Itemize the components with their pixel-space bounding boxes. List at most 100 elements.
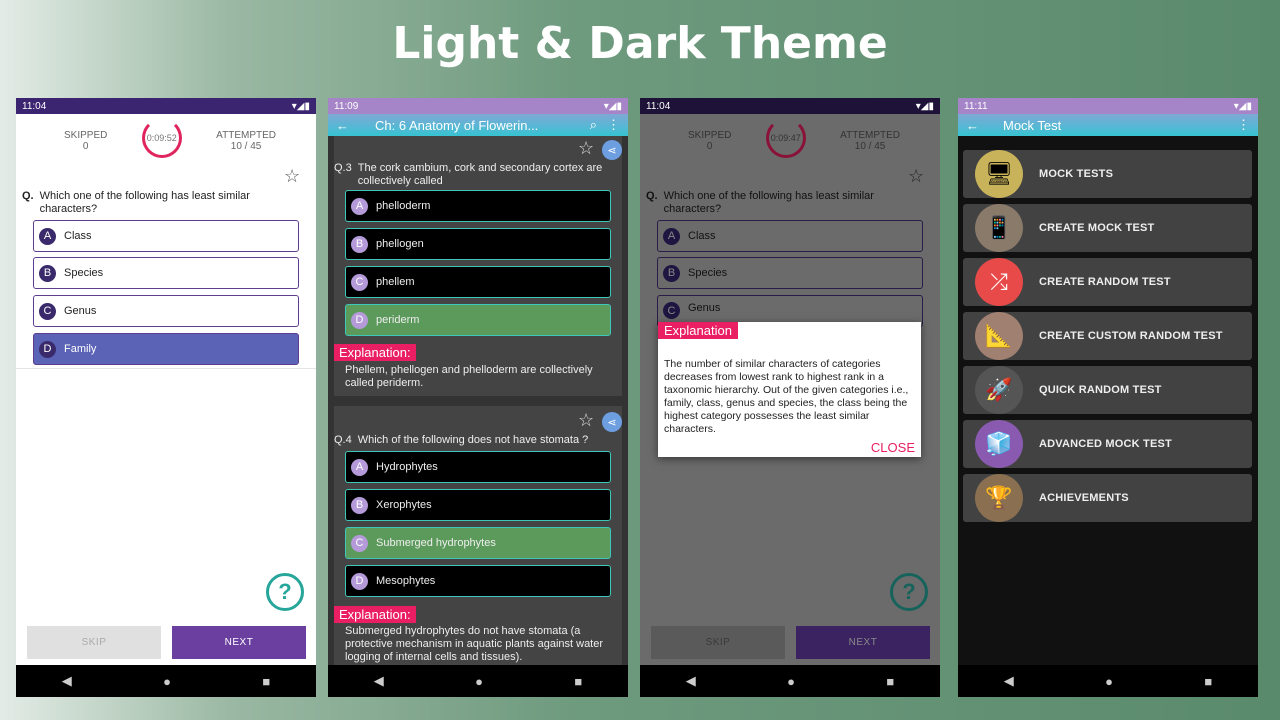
screen-dark-review: 11:09 ▾◢▮ ← Ch: 6 Anatomy of Flowerin... ⌕ ⋮… — [328, 98, 628, 697]
question-card-4: ☆ ⋖ Q.4 Which of the following does not h… — [334, 406, 622, 668]
option-text: periderm — [376, 314, 420, 326]
option-c[interactable]: Cphellem — [345, 266, 611, 298]
app-bar: ← Mock Test ⋮ — [958, 114, 1258, 136]
question-text: Which of the following does not have sto… — [357, 434, 589, 446]
home-nav-icon[interactable]: ● — [1105, 674, 1113, 689]
screen-explanation-dialog: 11:04 ▾◢▮ SKIPPED 0 0:09:47 ATTEMPTED 10 / … — [640, 98, 940, 697]
option-d[interactable]: D Mesophytes — [345, 565, 611, 597]
option-b[interactable]: Bphellogen — [345, 228, 611, 260]
status-bar: 11:04 ▾◢▮ — [640, 98, 940, 114]
menu-label: ACHIEVEMENTS — [1039, 492, 1129, 504]
skip-button[interactable]: SKIP — [27, 626, 161, 659]
option-letter: B — [351, 496, 368, 514]
attempted-value: 10 / 45 — [854, 141, 886, 152]
close-button[interactable]: CLOSE — [871, 440, 915, 455]
dialog-text: The number of similar characters of cate… — [664, 358, 909, 435]
option-d-correct[interactable]: Dperiderm — [345, 304, 611, 336]
question-text: Which one of the following has least sim… — [39, 190, 250, 215]
share-icon[interactable]: ⋖ — [602, 412, 622, 432]
home-nav-icon[interactable]: ● — [787, 674, 795, 689]
recents-nav-icon[interactable]: ■ — [262, 674, 270, 689]
more-menu-icon[interactable]: ⋮ — [607, 117, 620, 133]
nav-bar: ◀ ● ■ — [640, 665, 940, 697]
timer-ring: 0:09:47 — [765, 118, 806, 158]
menu-advanced-mock-test[interactable]: 🧊 ADVANCED MOCK TEST — [963, 420, 1252, 468]
option-text: Species — [64, 267, 104, 279]
app-bar-title: Ch: 6 Anatomy of Flowerin... — [375, 117, 539, 133]
signal-battery-icon: ▾◢▮ — [603, 100, 622, 112]
option-text: Class — [688, 230, 716, 242]
menu-label: CREATE MOCK TEST — [1039, 222, 1155, 234]
share-icon[interactable]: ⋖ — [602, 140, 622, 160]
option-letter: B — [351, 235, 368, 253]
next-button[interactable]: NEXT — [172, 626, 306, 659]
question-text: Which one of the following has least sim… — [663, 190, 874, 215]
back-nav-icon[interactable]: ◀ — [686, 673, 696, 689]
bookmark-star-icon[interactable]: ☆ — [578, 138, 594, 159]
screen-light-quiz: 11:04 ▾◢▮ SKIPPED 0 0:09:52 ATTEMPTED 10 / … — [16, 98, 316, 697]
menu-create-custom-random-test[interactable]: 📐 CREATE CUSTOM RANDOM TEST — [963, 312, 1252, 360]
option-letter: B — [39, 264, 56, 282]
back-nav-icon[interactable]: ◀ — [1004, 673, 1014, 689]
more-menu-icon[interactable]: ⋮ — [1237, 117, 1250, 133]
question-number: Q.4 — [334, 434, 352, 446]
option-c-correct[interactable]: C Submerged hydrophytes — [345, 527, 611, 559]
option-b[interactable]: B Species — [33, 257, 299, 289]
recents-nav-icon[interactable]: ■ — [1204, 674, 1212, 689]
home-nav-icon[interactable]: ● — [475, 674, 483, 689]
option-text: phellem — [376, 276, 415, 288]
status-time: 11:11 — [964, 100, 988, 112]
option-text: Hydrophytes — [376, 461, 438, 473]
explanation-label: Explanation: — [334, 344, 416, 361]
bookmark-star-icon[interactable]: ☆ — [908, 166, 924, 187]
next-button[interactable]: NEXT — [796, 626, 930, 659]
question-prefix: Q. — [646, 190, 658, 202]
question-number: Q.3 — [334, 162, 352, 174]
option-letter: C — [351, 534, 368, 552]
option-letter: A — [663, 227, 680, 245]
question-text: The cork cambium, cork and secondary cor… — [357, 162, 603, 187]
hero-title: Light & Dark Theme — [392, 18, 888, 69]
option-a[interactable]: A Class — [657, 220, 923, 252]
status-time: 11:09 — [334, 100, 359, 112]
help-button[interactable]: ? — [890, 573, 928, 611]
bookmark-star-icon[interactable]: ☆ — [284, 166, 300, 187]
search-icon[interactable]: ⌕ — [590, 117, 597, 133]
back-arrow-icon[interactable]: ← — [336, 118, 349, 133]
option-d-selected[interactable]: D Family — [33, 333, 299, 365]
option-a[interactable]: A Hydrophytes — [345, 451, 611, 483]
timer-text: 0:09:52 — [146, 133, 177, 143]
bookmark-star-icon[interactable]: ☆ — [578, 410, 594, 431]
home-nav-icon[interactable]: ● — [163, 674, 171, 689]
recents-nav-icon[interactable]: ■ — [574, 674, 582, 689]
explanation-dialog: Explanation The number of similar charac… — [658, 322, 921, 457]
help-button[interactable]: ? — [266, 573, 304, 611]
skip-button[interactable]: SKIP — [651, 626, 785, 659]
option-a[interactable]: A Class — [33, 220, 299, 252]
menu-achievements[interactable]: 🏆 ACHIEVEMENTS — [963, 474, 1252, 522]
app-bar: ← Ch: 6 Anatomy of Flowerin... ⌕ ⋮ — [328, 114, 628, 136]
back-arrow-icon[interactable]: ← — [966, 118, 979, 133]
back-nav-icon[interactable]: ◀ — [62, 673, 72, 689]
option-b[interactable]: B Species — [657, 257, 923, 289]
option-text: Genus — [64, 305, 97, 317]
question-prefix: Q. — [22, 190, 34, 202]
option-letter: C — [39, 302, 56, 320]
menu-create-mock-test[interactable]: 📱 CREATE MOCK TEST — [963, 204, 1252, 252]
option-a[interactable]: Aphelloderm — [345, 190, 611, 222]
status-time: 11:04 — [22, 100, 47, 112]
menu-label: CREATE RANDOM TEST — [1039, 276, 1171, 288]
app-bar-title: Mock Test — [1003, 117, 1062, 133]
recents-nav-icon[interactable]: ■ — [886, 674, 894, 689]
option-letter: D — [39, 340, 56, 358]
option-c[interactable]: C Genus — [33, 295, 299, 327]
back-nav-icon[interactable]: ◀ — [374, 673, 384, 689]
option-text: phelloderm — [376, 200, 431, 212]
option-letter: A — [351, 197, 368, 215]
shuffle-icon: ⤮ — [975, 258, 1023, 306]
menu-create-random-test[interactable]: ⤮ CREATE RANDOM TEST — [963, 258, 1252, 306]
status-time: 11:04 — [646, 100, 671, 112]
option-b[interactable]: B Xerophytes — [345, 489, 611, 521]
menu-quick-random-test[interactable]: 🚀 QUICK RANDOM TEST — [963, 366, 1252, 414]
menu-mock-tests[interactable]: 🖥 MOCK TESTS — [963, 150, 1252, 198]
